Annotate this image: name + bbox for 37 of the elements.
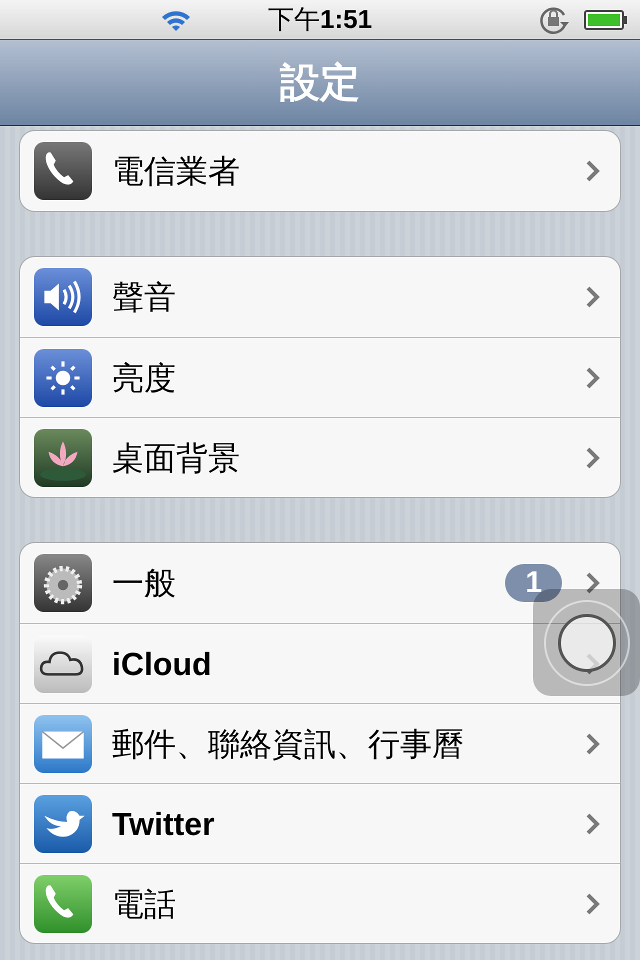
row-label: iCloud [112, 644, 213, 684]
chevron-icon [586, 446, 600, 468]
chevron-icon [586, 572, 600, 594]
chevron-icon [586, 892, 600, 914]
navigation-title: 設定 [280, 60, 360, 106]
settings-row[interactable]: 桌面背景 [20, 417, 620, 497]
chevron-icon [586, 160, 600, 182]
settings-row[interactable]: 聲音 [20, 257, 620, 337]
gear-icon [34, 554, 92, 612]
chevron-icon [586, 812, 600, 834]
chevron-icon [586, 366, 600, 388]
phone-icon [34, 874, 92, 932]
row-label: Twitter [112, 804, 216, 844]
row-label: 一般 [112, 564, 177, 603]
status-time: 下午1:51 [268, 3, 372, 36]
settings-row[interactable]: 電話 [20, 863, 620, 943]
speaker-icon [34, 268, 92, 326]
envelope-icon [34, 714, 92, 772]
count-badge: 1 [505, 564, 562, 602]
flower-icon [34, 428, 92, 486]
row-label: 亮度 [112, 358, 177, 398]
row-label: 桌面背景 [112, 438, 241, 478]
settings-row[interactable]: 電信業者 [20, 131, 620, 211]
row-label: 聲音 [112, 278, 177, 317]
row-label: 電話 [112, 884, 177, 924]
sun-icon [34, 348, 92, 406]
row-label: 電信業者 [112, 152, 241, 191]
phone-icon [34, 142, 92, 200]
row-label: 郵件、聯絡資訊、行事曆 [112, 724, 465, 764]
chevron-icon [586, 732, 600, 754]
chevron-icon [586, 286, 600, 308]
battery-icon [584, 8, 628, 30]
settings-row[interactable]: 一般 1 [20, 543, 620, 623]
bird-icon [34, 794, 92, 852]
settings-row[interactable]: Twitter [20, 783, 620, 863]
settings-row[interactable]: 郵件、聯絡資訊、行事曆 [20, 703, 620, 783]
settings-row[interactable]: 亮度 [20, 337, 620, 417]
